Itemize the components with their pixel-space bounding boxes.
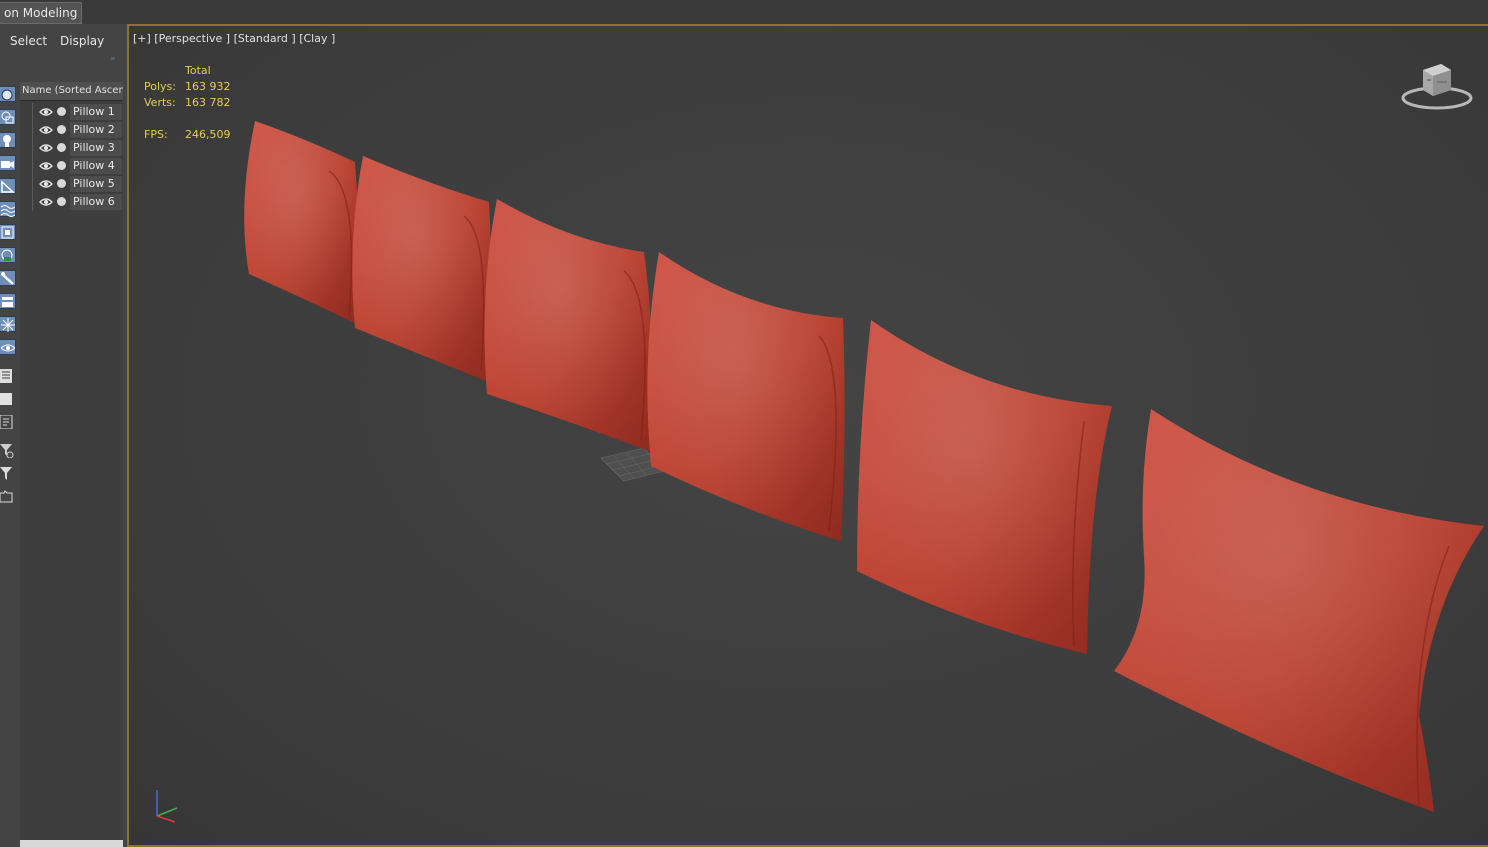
list-item[interactable]: Pillow 4 [20,157,123,175]
viewcube-icon[interactable] [1397,58,1477,118]
pillow-1[interactable] [244,121,359,324]
eye-icon[interactable] [39,143,53,153]
render-dot-icon[interactable] [57,107,66,116]
pillow-2[interactable] [352,156,491,381]
render-dot-icon[interactable] [57,143,66,152]
polys-label: Polys: [144,80,176,93]
list-item[interactable]: Pillow 5 [20,175,123,193]
object-name[interactable]: Pillow 2 [70,122,122,138]
create-sphere-icon[interactable] [0,86,16,102]
scene-explorer-menu: Select Display [0,30,124,52]
pillow-3[interactable] [484,199,653,451]
perspective-viewport[interactable]: [+] [Perspective ] [Standard ] [Clay ] T… [129,26,1488,845]
expand-chevron-icon[interactable]: » [110,54,116,64]
column-header-name[interactable]: Name (Sorted Ascending) [20,82,123,101]
verts-label: Verts: [144,96,176,109]
panel-scrollbar[interactable] [20,840,123,847]
object-name[interactable]: Pillow 3 [70,140,122,156]
list-item[interactable]: Pillow 6 [20,193,123,211]
pillow-6[interactable] [1114,409,1484,812]
pillow-5[interactable] [857,320,1112,654]
pillow-4[interactable] [647,252,845,541]
camera-icon[interactable] [0,155,16,171]
filter-toolbar [0,84,18,514]
polys-value: 163 932 [185,80,231,93]
eye-icon[interactable] [39,107,53,117]
bone-icon[interactable] [0,270,16,286]
render-dot-icon[interactable] [57,125,66,134]
object-name[interactable]: Pillow 5 [70,176,122,192]
eye-icon[interactable] [39,161,53,171]
spacewarp-icon[interactable] [0,201,16,217]
list-item[interactable]: Pillow 2 [20,121,123,139]
render-dot-icon[interactable] [57,179,66,188]
helper-icon[interactable] [0,178,16,194]
group-icon[interactable] [0,224,16,240]
render-dot-icon[interactable] [57,161,66,170]
eye-icon[interactable] [39,197,53,207]
viewport-label[interactable]: [+] [Perspective ] [Standard ] [Clay ] [133,32,335,45]
axis-tripod-icon [156,790,178,823]
verts-value: 163 782 [185,96,231,109]
pillow-scene [244,121,1484,812]
list-item[interactable]: Pillow 3 [20,139,123,157]
fps-label: FPS: [144,128,168,141]
xref-icon[interactable] [0,247,16,263]
eye-icon[interactable] [39,179,53,189]
eye-icon[interactable] [39,125,53,135]
object-name[interactable]: Pillow 1 [70,104,122,120]
display-menu[interactable]: Display [60,34,104,48]
select-menu[interactable]: Select [10,34,47,48]
ribbon-bar: on Modeling [0,0,1488,25]
tag-icon[interactable] [0,490,14,504]
filter-icon[interactable] [0,467,14,481]
shapes-icon[interactable] [0,109,16,125]
list-icon[interactable] [0,369,14,383]
filter-settings-icon[interactable] [0,444,14,459]
hidden-icon[interactable] [0,339,16,355]
object-name[interactable]: Pillow 6 [70,194,122,210]
container-icon[interactable] [0,293,16,309]
stats-header: Total [185,64,211,77]
light-icon[interactable] [0,132,16,148]
fps-value: 246,509 [185,128,231,141]
layer-icon[interactable] [0,414,14,430]
square-icon[interactable] [0,392,14,406]
ribbon-tab[interactable]: on Modeling [0,2,83,24]
render-dot-icon[interactable] [57,197,66,206]
object-name[interactable]: Pillow 4 [70,158,122,174]
frozen-icon[interactable] [0,316,16,332]
list-item[interactable]: Pillow 1 [20,103,123,121]
